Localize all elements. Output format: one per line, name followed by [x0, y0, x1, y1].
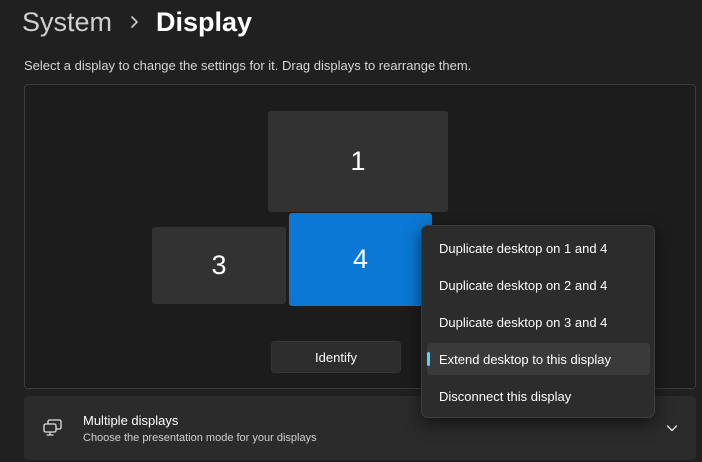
- menu-item-label: Extend desktop to this display: [439, 351, 611, 367]
- breadcrumb: System Display: [22, 4, 252, 40]
- chevron-right-icon: [131, 16, 138, 28]
- display-1-label: 1: [350, 146, 366, 176]
- display-4-label: 4: [352, 244, 369, 274]
- display-1[interactable]: 1: [268, 111, 448, 212]
- multiple-displays-icon: [43, 419, 62, 436]
- menu-item-label: Disconnect this display: [439, 388, 572, 404]
- menu-item-extend-desktop[interactable]: Extend desktop to this display: [427, 343, 650, 375]
- multiple-displays-subtitle: Choose the presentation mode for your di…: [83, 432, 317, 444]
- breadcrumb-system[interactable]: System: [22, 4, 112, 40]
- display-context-menu: Duplicate desktop on 1 and 4 Duplicate d…: [421, 225, 655, 418]
- identify-button[interactable]: Identify: [271, 341, 401, 373]
- selection-indicator: [427, 352, 430, 366]
- multiple-displays-title: Multiple displays: [83, 413, 179, 428]
- menu-item-label: Duplicate desktop on 1 and 4: [439, 240, 608, 256]
- display-3-label: 3: [211, 250, 227, 280]
- menu-item-duplicate-3-4[interactable]: Duplicate desktop on 3 and 4: [427, 306, 650, 338]
- chevron-down-icon[interactable]: [666, 423, 678, 433]
- menu-item-duplicate-1-4[interactable]: Duplicate desktop on 1 and 4: [427, 232, 650, 264]
- menu-item-label: Duplicate desktop on 3 and 4: [439, 314, 608, 330]
- instruction-text: Select a display to change the settings …: [24, 58, 472, 73]
- menu-item-disconnect-display[interactable]: Disconnect this display: [427, 380, 650, 412]
- menu-item-duplicate-2-4[interactable]: Duplicate desktop on 2 and 4: [427, 269, 650, 301]
- display-3[interactable]: 3: [152, 227, 286, 304]
- display-4-selected[interactable]: 4: [289, 213, 432, 306]
- page-title: Display: [156, 7, 253, 37]
- menu-item-label: Duplicate desktop on 2 and 4: [439, 277, 608, 293]
